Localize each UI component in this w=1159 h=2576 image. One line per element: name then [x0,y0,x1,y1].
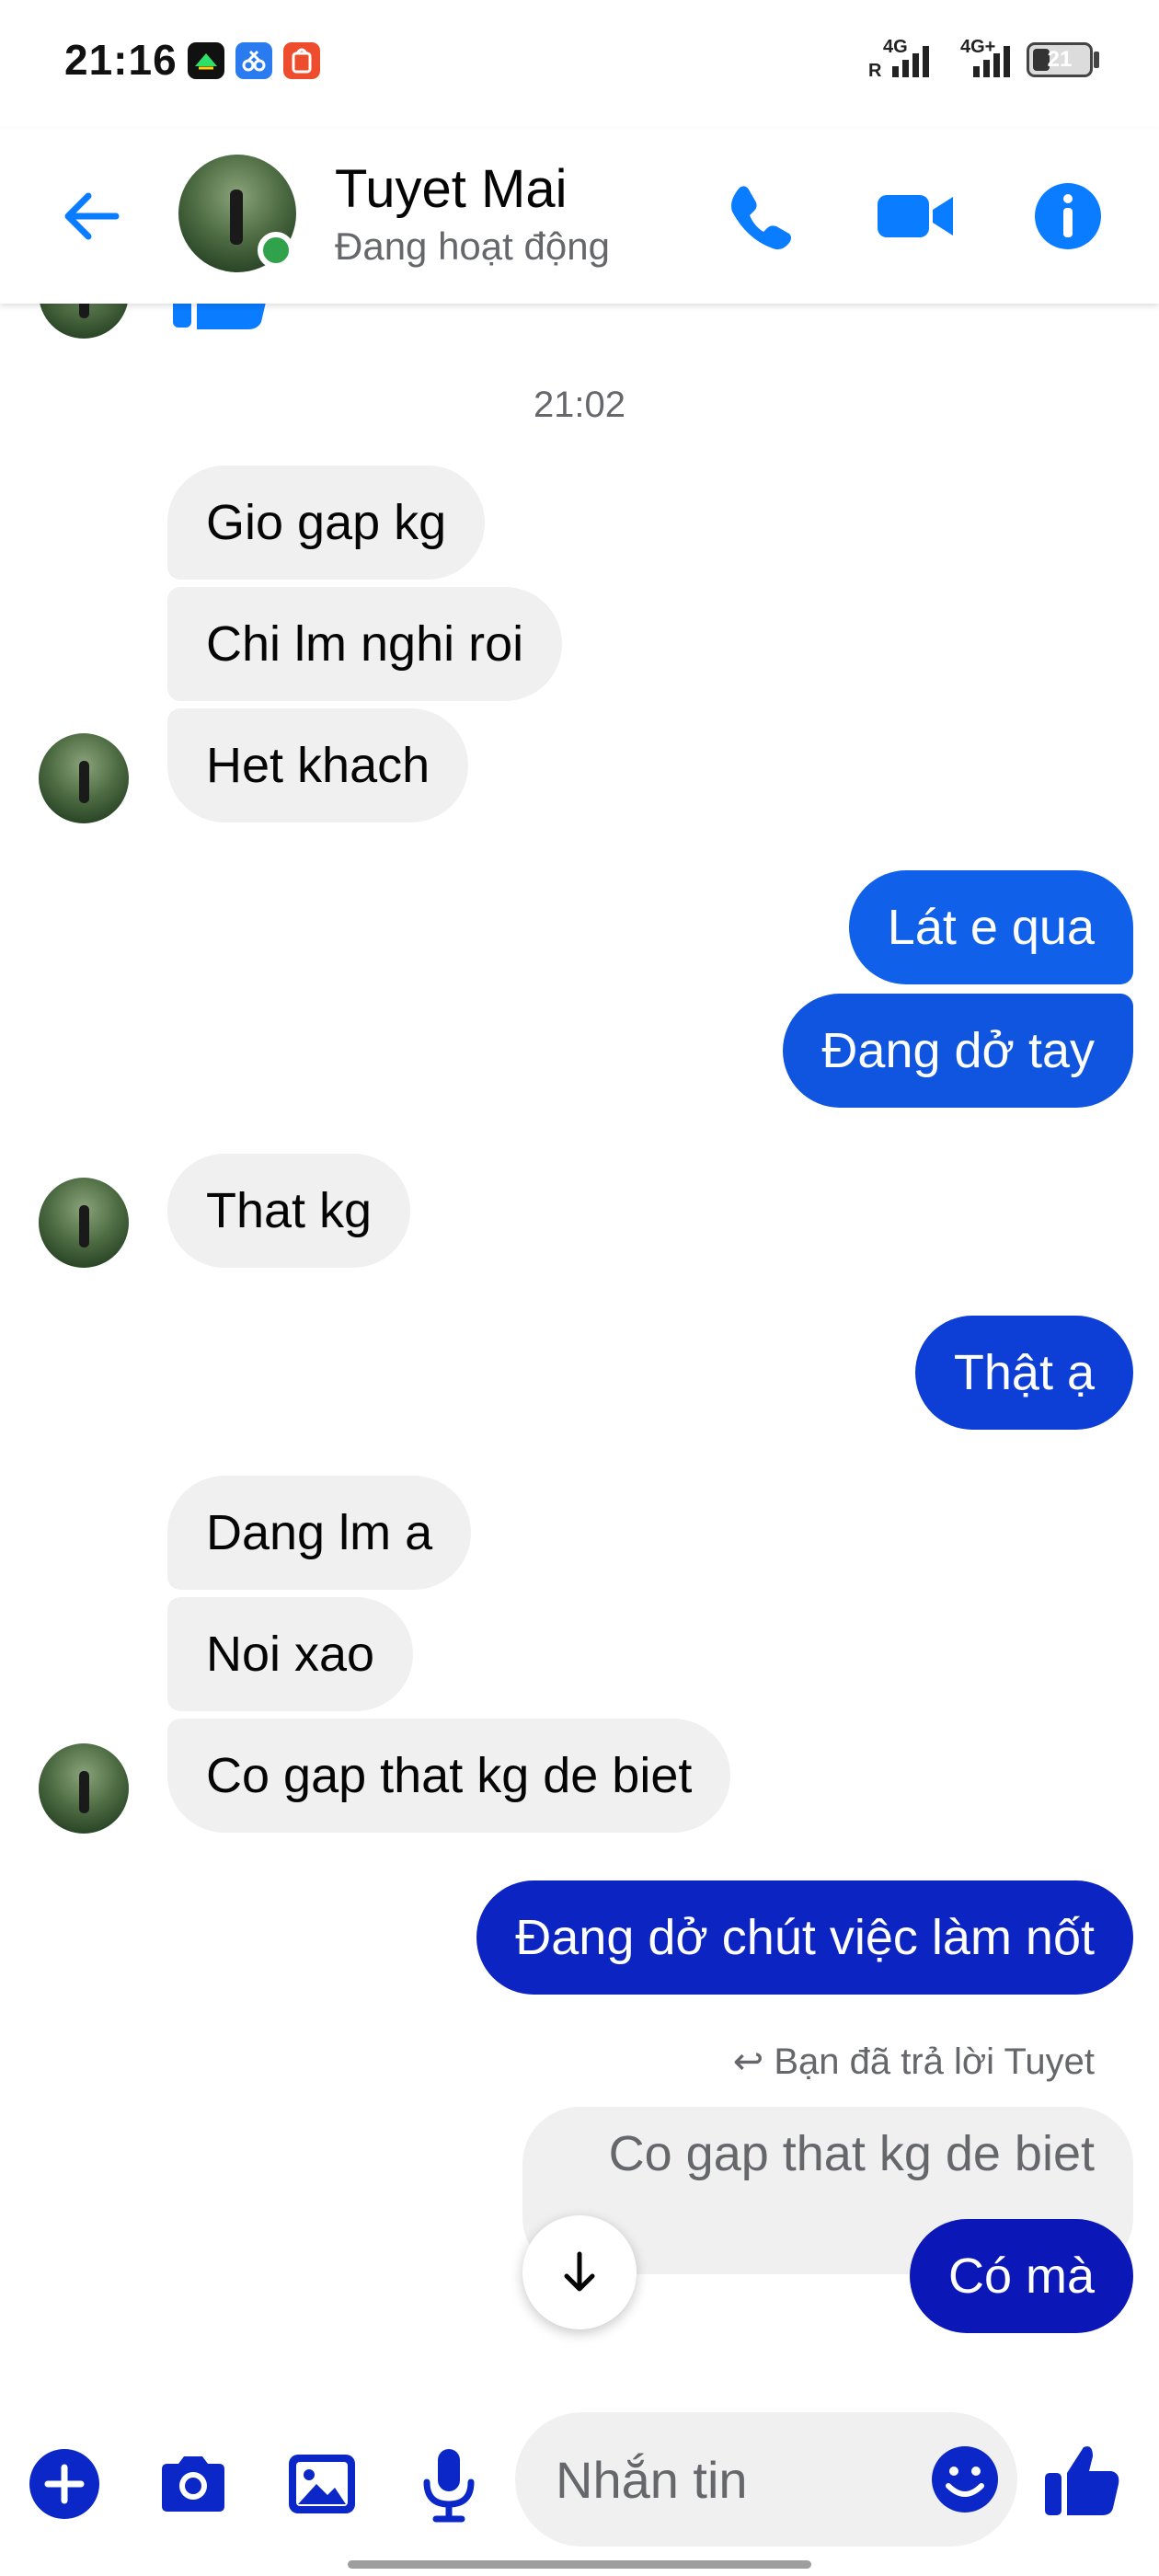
incoming-message[interactable]: That kg [167,1154,411,1268]
reply-arrow-icon: ↩ [732,2041,764,2082]
incoming-message[interactable]: Dang lm a [167,1476,472,1590]
incoming-message[interactable]: Chi lm nghi roi [167,587,563,701]
phone-icon[interactable] [719,175,802,258]
contact-avatar[interactable] [39,1743,129,1834]
video-camera-icon[interactable] [874,175,957,258]
gallery-icon[interactable] [278,2440,366,2528]
back-arrow-icon[interactable] [55,179,129,253]
outgoing-message[interactable]: Có mà [909,2219,1133,2333]
incoming-message[interactable]: Het khach [167,708,469,822]
scroll-to-bottom-button[interactable] [522,2215,637,2329]
outgoing-message[interactable]: Đang dở chút việc làm nốt [476,1880,1133,1995]
contact-name[interactable]: Tuyet Mai [335,158,567,220]
conversation-header: Tuyet Mai Đang hoạt động [0,129,1159,304]
contact-status: Đang hoạt động [335,224,610,268]
contact-avatar[interactable] [39,733,129,823]
message-list[interactable]: 21:02 Gio gap kg Chi lm nghi roi Het kha… [0,0,1159,2401]
online-indicator [258,232,294,269]
message-timestamp: 21:02 [533,385,626,425]
camera-icon[interactable] [149,2440,237,2528]
reply-note: ↩ Bạn đã trả lời Tuyet [733,2041,1095,2083]
incoming-message[interactable]: Noi xao [167,1597,414,1711]
emoji-icon[interactable] [924,2438,1006,2521]
info-icon[interactable] [1027,175,1109,258]
outgoing-message[interactable]: Thật ạ [914,1316,1133,1430]
arrow-down-icon [564,2251,595,2292]
plus-icon[interactable] [20,2440,109,2528]
microphone-icon[interactable] [405,2440,493,2528]
incoming-message[interactable]: Gio gap kg [167,466,486,580]
reply-note-text: Bạn đã trả lời Tuyet [774,2041,1095,2082]
thumbs-up-icon[interactable] [1038,2436,1126,2524]
home-indicator[interactable] [348,2560,811,2569]
contact-avatar[interactable] [39,1178,129,1268]
outgoing-message[interactable]: Đang dở tay [783,994,1133,1108]
outgoing-message[interactable]: Lát e qua [848,870,1133,984]
incoming-message[interactable]: Co gap that kg de biet [167,1719,731,1833]
